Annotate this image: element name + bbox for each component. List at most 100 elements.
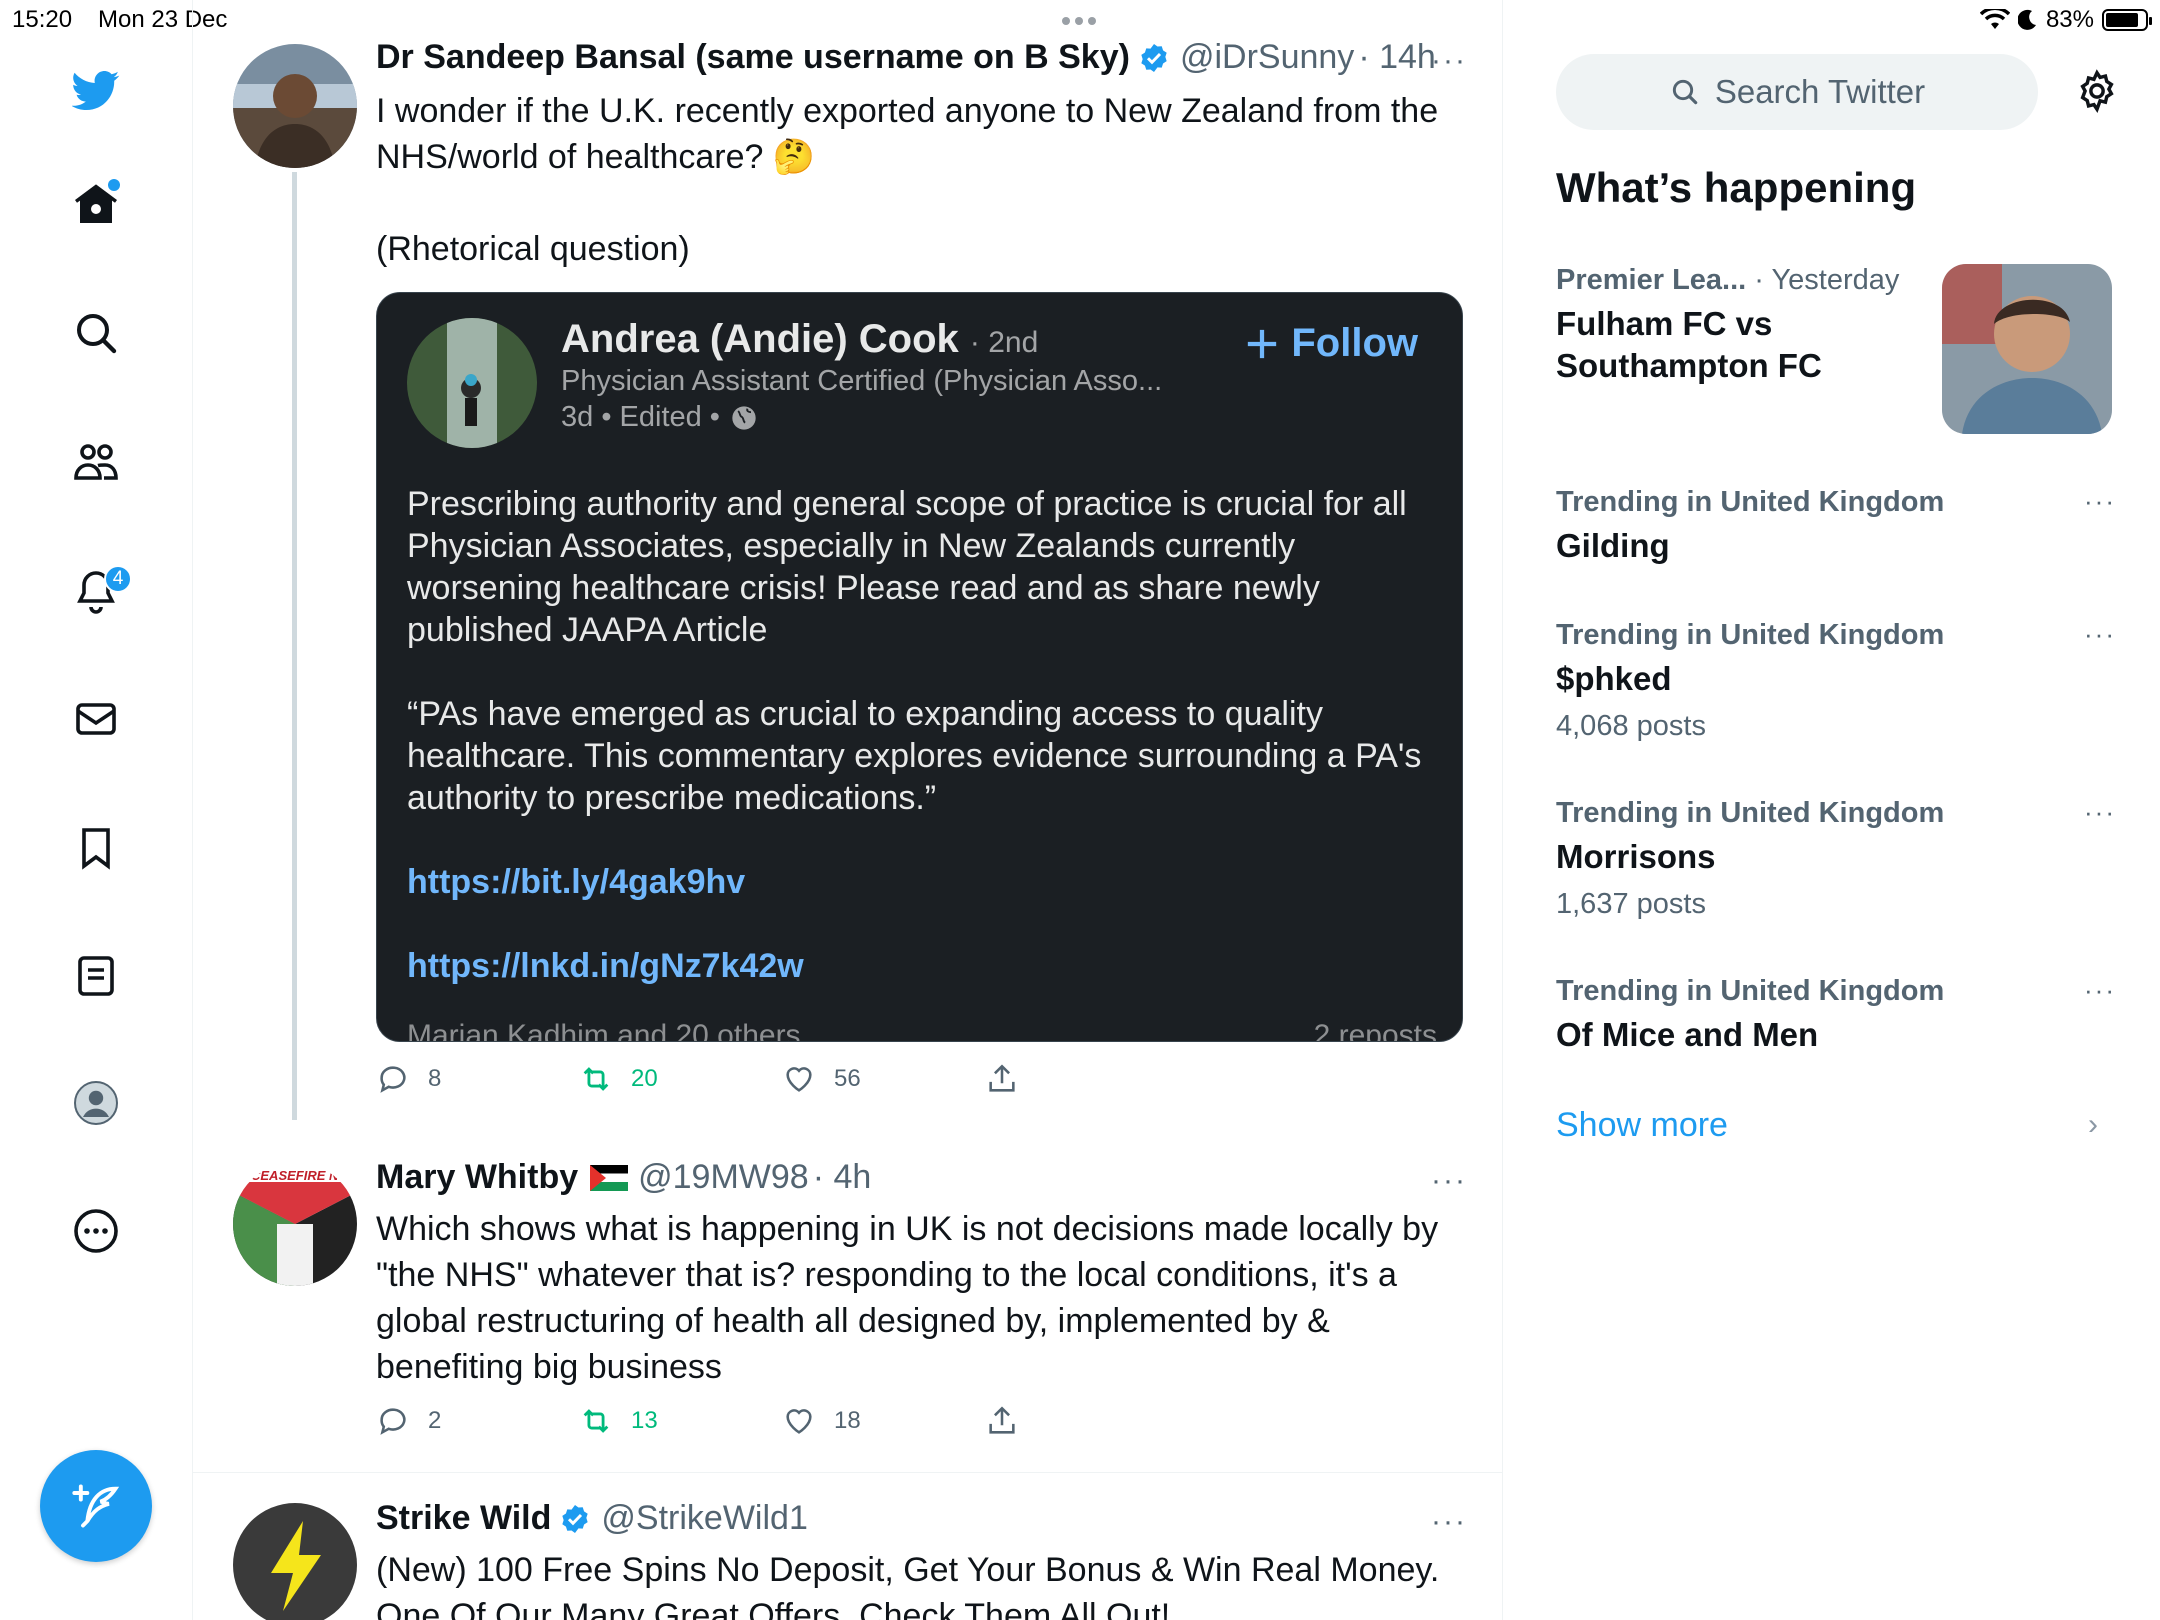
reply-button[interactable]: 2 (376, 1404, 579, 1438)
trend-name: Morrisons (1556, 838, 1716, 875)
tweet[interactable]: Strike Wild @StrikeWild1 ··· (New) 100 F… (193, 1473, 1502, 1620)
linkedin-link: https://bit.ly/4gak9hv (407, 863, 746, 901)
linkedin-post-body: Prescribing authority and general scope … (407, 483, 1437, 1029)
tweet-more-icon[interactable]: ··· (1431, 1164, 1467, 1198)
trend-image[interactable] (1942, 264, 2112, 434)
battery-percent: 83% (2045, 6, 2094, 33)
home-icon[interactable] (66, 175, 126, 235)
tweet-text-line: NHS/world of healthcare? 🤔 (376, 138, 816, 176)
avatar[interactable] (233, 1503, 357, 1620)
tweet-more-icon[interactable]: ··· (1431, 44, 1467, 78)
linkedin-author-name: Andrea (Andie) Cook (561, 317, 959, 361)
trend-context: Trending in United Kingdom (1556, 619, 1945, 651)
linkedin-reactions: Marian Kadhim and 20 others 2 reposts (407, 1019, 1437, 1042)
author-handle[interactable]: @19MW98 (638, 1158, 809, 1197)
more-icon[interactable] (66, 1201, 126, 1261)
tweet-time[interactable]: · 14h (1358, 38, 1436, 77)
retweet-button[interactable]: 20 (579, 1062, 782, 1096)
globe-icon (732, 405, 756, 430)
tweet-more-icon[interactable]: ··· (1431, 1505, 1467, 1539)
author-name[interactable]: Strike Wild (376, 1499, 551, 1538)
tweet-header: Dr Sandeep Bansal (same username on B Sk… (376, 38, 1436, 77)
author-name[interactable]: Dr Sandeep Bansal (same username on B Sk… (376, 38, 1130, 77)
like-button[interactable]: 18 (782, 1404, 985, 1438)
trend-context: Trending in United Kingdom (1556, 797, 1945, 829)
trend-more-icon[interactable]: ··· (2084, 975, 2116, 1006)
messages-icon[interactable] (66, 689, 126, 749)
share-icon (989, 1406, 1015, 1434)
tweet-actions: 2 13 18 (376, 1404, 1188, 1438)
gear-icon[interactable] (2074, 68, 2120, 114)
linkedin-reactions-left: Marian Kadhim and 20 others (407, 1019, 801, 1042)
avatar[interactable]: CEASEFIRE NOW (233, 1162, 357, 1286)
search-placeholder: Search Twitter (1714, 73, 1926, 110)
linkedin-avatar (407, 318, 537, 448)
share-button[interactable] (985, 1062, 1188, 1096)
linkedin-author: Andrea (Andie) Cook · 2nd (561, 317, 1038, 362)
share-button[interactable] (985, 1404, 1188, 1438)
retweet-icon (583, 1067, 609, 1091)
trend-item[interactable]: Premier Lea... · Yesterday Fulham FC vs … (1556, 264, 1926, 387)
verified-badge-icon (559, 1503, 591, 1535)
author-handle[interactable]: @StrikeWild1 (601, 1499, 807, 1538)
trend-context: Trending in United Kingdom (1556, 486, 1945, 518)
profile-icon[interactable] (66, 1073, 126, 1133)
notifications-icon[interactable]: 4 (66, 561, 132, 621)
author-handle[interactable]: @iDrSunny (1180, 38, 1354, 77)
reply-icon (380, 1408, 406, 1435)
lists-icon[interactable] (66, 946, 126, 1006)
linkedin-paragraph: Prescribing authority and general scope … (407, 485, 1407, 649)
reply-button[interactable]: 8 (376, 1062, 579, 1096)
retweet-count: 13 (631, 1407, 658, 1434)
like-count: 18 (834, 1407, 861, 1434)
timeline[interactable]: Dr Sandeep Bansal (same username on B Sk… (193, 0, 1503, 1620)
retweet-button[interactable]: 13 (579, 1404, 782, 1438)
trend-name: Of Mice and Men (1556, 1016, 1819, 1053)
trend-more-icon[interactable]: ··· (2084, 486, 2116, 517)
trend-context: Trending in United Kingdom (1556, 975, 1945, 1007)
avatar[interactable] (233, 44, 357, 168)
trend-post-count: 4,068 posts (1556, 710, 1706, 742)
search-input[interactable]: Search Twitter (1556, 54, 2038, 130)
communities-icon[interactable] (66, 432, 126, 492)
reply-icon (380, 1066, 406, 1093)
compose-tweet-button[interactable] (40, 1450, 152, 1562)
tweet-time[interactable]: · 4h (813, 1158, 872, 1197)
heart-icon (786, 1409, 812, 1434)
tweet[interactable]: CEASEFIRE NOW Mary Whitby @19MW98 · 4h ·… (193, 1120, 1502, 1472)
show-more-link[interactable]: Show more (1556, 1106, 1728, 1145)
author-name[interactable]: Mary Whitby (376, 1158, 578, 1197)
search-icon[interactable] (66, 303, 126, 363)
like-button[interactable]: 56 (782, 1062, 985, 1096)
chevron-right-icon[interactable]: › (2088, 1108, 2098, 1142)
trend-item[interactable]: Trending in United Kingdom Of Mice and M… (1556, 975, 2116, 1056)
moon-icon (2017, 9, 2036, 30)
trend-name-line: Southampton FC (1556, 347, 1822, 384)
left-navigation: 4 (0, 0, 193, 1620)
trend-more-icon[interactable]: ··· (2084, 797, 2116, 828)
trend-item[interactable]: Trending in United Kingdom Gilding ··· (1556, 486, 2116, 567)
trend-item[interactable]: Trending in United Kingdom Morrisons 1,6… (1556, 797, 2116, 921)
retweet-count: 20 (631, 1065, 658, 1092)
trend-more-icon[interactable]: ··· (2084, 619, 2116, 650)
tweet-text: Which shows what is happening in UK is n… (376, 1210, 1439, 1386)
bookmarks-icon[interactable] (66, 818, 126, 878)
trend-item[interactable]: Trending in United Kingdom $phked 4,068 … (1556, 619, 2116, 743)
reply-count: 8 (428, 1065, 442, 1092)
palestine-flag-icon (590, 1164, 629, 1191)
trend-name-line: Fulham FC vs (1556, 305, 1773, 342)
linkedin-reposts: 2 reposts (1313, 1019, 1437, 1042)
tweet[interactable]: Dr Sandeep Bansal (same username on B Sk… (193, 0, 1502, 1120)
linkedin-paragraph: “PAs have emerged as crucial to expandin… (407, 695, 1422, 817)
tweet-header: Mary Whitby @19MW98 · 4h (376, 1158, 871, 1197)
thread-line (292, 172, 297, 1120)
whats-happening-heading: What’s happening (1556, 164, 1917, 211)
trend-name: Fulham FC vs Southampton FC (1556, 303, 1926, 387)
embedded-image[interactable]: Andrea (Andie) Cook · 2nd Physician Assi… (376, 292, 1463, 1042)
status-indicators: 83% (1979, 6, 2152, 34)
home-unread-dot (108, 179, 120, 191)
linkedin-follow-label: Follow (1291, 321, 1418, 365)
linkedin-meta: 3d • Edited • (561, 401, 758, 434)
twitter-logo-icon[interactable] (66, 60, 126, 120)
plus-icon (1248, 329, 1277, 358)
